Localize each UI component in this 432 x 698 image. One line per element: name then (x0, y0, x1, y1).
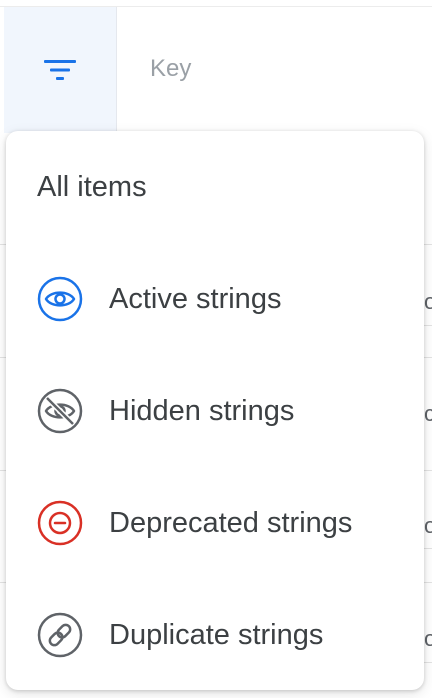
menu-item-label: Active strings (109, 283, 282, 315)
menu-item-duplicate-strings[interactable]: Duplicate strings (6, 579, 424, 691)
eye-off-icon (37, 388, 83, 434)
filter-button[interactable] (4, 7, 117, 133)
key-column-header[interactable]: Key (150, 55, 191, 83)
filter-list-icon (44, 60, 76, 80)
menu-item-hidden-strings[interactable]: Hidden strings (6, 355, 424, 467)
menu-item-label: Deprecated strings (109, 507, 353, 539)
filter-menu: All items Active strings Hidden strings (6, 131, 424, 690)
table-header: Key (0, 6, 432, 133)
link-circle-icon (37, 612, 83, 658)
menu-item-label: Hidden strings (109, 395, 295, 427)
row-text-fragment: o (424, 289, 432, 314)
row-text-fragment: o (424, 513, 432, 538)
menu-item-active-strings[interactable]: Active strings (6, 243, 424, 355)
row-text-fragment: o (424, 626, 432, 651)
menu-item-label: All items (37, 171, 147, 203)
menu-item-deprecated-strings[interactable]: Deprecated strings (6, 467, 424, 579)
menu-item-all-items[interactable]: All items (6, 131, 424, 243)
minus-circle-icon (37, 500, 83, 546)
eye-icon (37, 276, 83, 322)
menu-item-label: Duplicate strings (109, 619, 324, 651)
row-text-fragment: c (424, 401, 432, 426)
